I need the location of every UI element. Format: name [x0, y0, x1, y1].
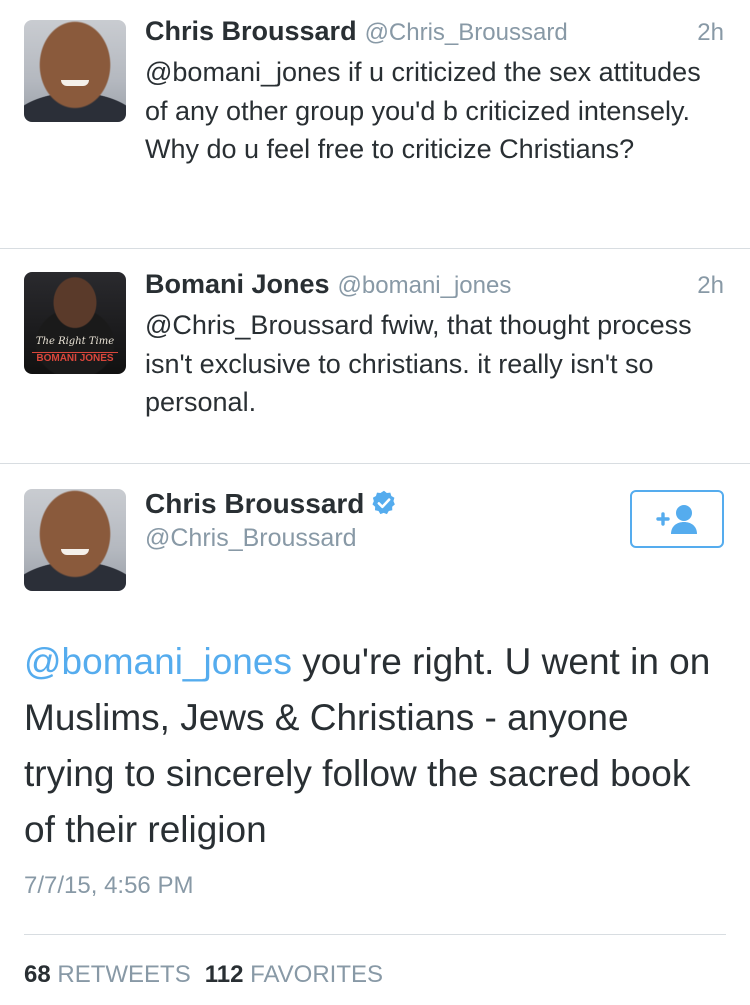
tweet-time: 2h: [697, 19, 724, 46]
tweet-item[interactable]: The Right Time BOMANI JONES Bomani Jones…: [0, 249, 750, 464]
favorites-stat[interactable]: 112 FAVORITES: [205, 961, 383, 988]
retweets-count: 68: [24, 961, 51, 988]
avatar-script-text: The Right Time: [35, 336, 115, 347]
main-author-name[interactable]: Chris Broussard: [145, 488, 398, 520]
tweet-item[interactable]: Chris Broussard @Chris_Broussard 2h @boma…: [0, 0, 750, 249]
mention-link[interactable]: @bomani_jones: [24, 641, 292, 682]
main-author-handle[interactable]: @Chris_Broussard: [145, 524, 357, 553]
author-handle: @Chris_Broussard: [364, 19, 568, 46]
add-user-icon: [656, 505, 697, 534]
main-tweet-text: @bomani_jones you're right. U went in on…: [24, 634, 724, 858]
avatar[interactable]: [24, 489, 126, 591]
favorites-label: FAVORITES: [250, 961, 384, 988]
avatar-name-text: BOMANI JONES: [32, 352, 118, 364]
tweet-time: 2h: [697, 272, 724, 299]
tweet-stats: 68 RETWEETS 112 FAVORITES: [24, 961, 383, 989]
retweets-label: RETWEETS: [57, 961, 191, 988]
verified-badge-icon: [372, 490, 396, 515]
avatar[interactable]: The Right Time BOMANI JONES: [24, 272, 126, 374]
author-name: Chris Broussard: [145, 16, 357, 46]
follow-button[interactable]: [630, 490, 724, 548]
tweet-text: @bomani_jones if u criticized the sex at…: [145, 57, 701, 164]
main-tweet: Chris Broussard @Chris_Broussard @bomani…: [0, 464, 750, 1005]
avatar[interactable]: [24, 20, 126, 122]
author-name: Bomani Jones: [145, 269, 330, 299]
tweet-timestamp: 7/7/15, 4:56 PM: [24, 872, 194, 899]
author-handle: @bomani_jones: [337, 272, 512, 299]
tweet-text: @Chris_Broussard fwiw, that thought proc…: [145, 310, 692, 417]
author-name: Chris Broussard: [145, 488, 365, 519]
divider: [24, 934, 726, 935]
tweet-author[interactable]: Bomani Jones @bomani_jones: [145, 269, 511, 300]
tweet-author[interactable]: Chris Broussard @Chris_Broussard: [145, 16, 568, 47]
favorites-count: 112: [204, 961, 244, 988]
retweets-stat[interactable]: 68 RETWEETS: [24, 961, 191, 988]
